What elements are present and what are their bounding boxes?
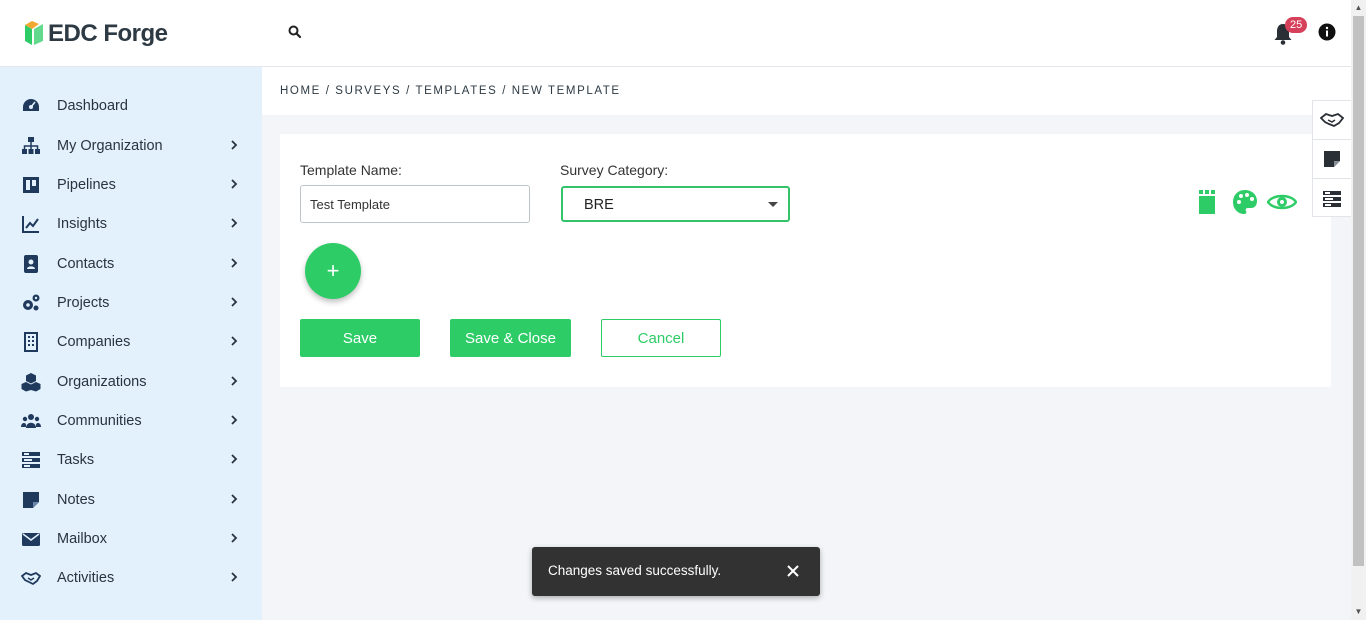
cubes-icon: [21, 373, 41, 392]
chevron-right-icon: [231, 494, 238, 504]
chevron-right-icon: [231, 297, 238, 307]
sidebar-item-activities[interactable]: Activities: [0, 559, 262, 597]
info-icon[interactable]: [1318, 23, 1336, 41]
sidebar-item-communities[interactable]: Communities: [0, 402, 262, 440]
quick-activities-button[interactable]: [1313, 101, 1351, 140]
sidebar-item-label: Pipelines: [57, 177, 116, 193]
building-icon: [24, 332, 38, 352]
caret-down-icon: [768, 202, 778, 207]
note-icon: [23, 492, 39, 508]
note-icon: [1324, 151, 1340, 167]
sidebar-item-dashboard[interactable]: Dashboard: [0, 87, 262, 125]
top-bar: EDC Forge 25: [0, 0, 1351, 67]
breadcrumb-bar: HOME / SURVEYS / TEMPLATES / NEW TEMPLAT…: [262, 67, 1351, 115]
tasks-icon: [1323, 190, 1341, 207]
toast-message: Changes saved successfully.: [548, 563, 722, 578]
sidebar-item-organizations[interactable]: Organizations: [0, 363, 262, 401]
sidebar-item-companies[interactable]: Companies: [0, 323, 262, 361]
sidebar-item-label: Companies: [57, 334, 131, 350]
sidebar-item-notes[interactable]: Notes: [0, 481, 262, 519]
sidebar-item-pipelines[interactable]: Pipelines: [0, 166, 262, 204]
save-button[interactable]: Save: [300, 319, 420, 357]
org-chart-icon: [22, 137, 40, 154]
users-icon: [21, 414, 41, 428]
logo-text: EDC Forge: [48, 20, 168, 47]
sidebar-item-label: Contacts: [57, 256, 115, 272]
logo-mark-icon: [25, 21, 43, 45]
scroll-up-arrow-icon[interactable]: ▲: [1354, 3, 1363, 12]
template-name-label: Template Name:: [300, 162, 402, 178]
handshake-icon: [21, 571, 41, 586]
sidebar-item-my-organization[interactable]: My Organization: [0, 127, 262, 165]
sidebar-item-label: Notes: [57, 492, 95, 508]
save-and-close-button[interactable]: Save & Close: [450, 319, 571, 357]
sidebar-item-mailbox[interactable]: Mailbox: [0, 520, 262, 558]
chevron-right-icon: [231, 454, 238, 464]
breadcrumb-separator: /: [502, 85, 507, 97]
survey-category-select[interactable]: BRE: [561, 186, 790, 222]
quick-tasks-button[interactable]: [1313, 179, 1351, 218]
sidebar-item-label: Projects: [57, 295, 110, 311]
sidebar-item-label: My Organization: [57, 138, 163, 154]
breadcrumb-home[interactable]: HOME: [280, 85, 321, 97]
sidebar: Dashboard My Organization Pipelines Insi…: [0, 67, 262, 620]
quick-actions-panel: [1312, 100, 1351, 217]
template-form-card: Template Name: Survey Category: BRE + Sa…: [280, 134, 1331, 387]
palette-icon[interactable]: [1231, 188, 1259, 216]
app-logo[interactable]: EDC Forge: [24, 20, 168, 48]
breadcrumb-surveys[interactable]: SURVEYS: [335, 85, 401, 97]
sidebar-item-label: Organizations: [57, 374, 147, 390]
breadcrumb-separator: /: [325, 85, 331, 97]
toast-notification: Changes saved successfully.: [532, 547, 820, 596]
chevron-right-icon: [231, 218, 238, 228]
template-name-input[interactable]: [300, 185, 530, 223]
cogs-icon: [23, 294, 40, 311]
chevron-right-icon: [231, 533, 238, 543]
search-icon[interactable]: [287, 24, 303, 40]
chevron-right-icon: [231, 140, 238, 150]
breadcrumb: HOME / SURVEYS / TEMPLATES / NEW TEMPLAT…: [280, 85, 621, 97]
dashboard-icon: [23, 99, 39, 111]
tasks-icon: [22, 452, 40, 468]
breadcrumb-current: NEW TEMPLATE: [511, 85, 621, 97]
scroll-down-arrow-icon[interactable]: ▼: [1354, 607, 1363, 616]
envelope-icon: [22, 533, 40, 546]
sidebar-item-tasks[interactable]: Tasks: [0, 441, 262, 479]
quick-notes-button[interactable]: [1313, 140, 1351, 179]
sidebar-item-projects[interactable]: Projects: [0, 284, 262, 322]
chevron-right-icon: [231, 179, 238, 189]
sidebar-item-label: Communities: [57, 413, 142, 429]
page-scrollbar[interactable]: ▲ ▼: [1351, 0, 1366, 620]
add-question-button[interactable]: +: [305, 243, 361, 299]
pipeline-icon: [23, 177, 39, 193]
sidebar-item-label: Activities: [57, 570, 115, 586]
chevron-right-icon: [231, 415, 238, 425]
chevron-right-icon: [231, 572, 238, 582]
breadcrumb-separator: /: [406, 85, 411, 97]
sidebar-item-label: Mailbox: [57, 531, 107, 547]
sidebar-item-contacts[interactable]: Contacts: [0, 245, 262, 283]
chart-line-icon: [22, 216, 39, 233]
sidebar-item-label: Dashboard: [57, 98, 128, 114]
sidebar-item-insights[interactable]: Insights: [0, 205, 262, 243]
cancel-button[interactable]: Cancel: [601, 319, 721, 357]
blocks-icon[interactable]: [1194, 188, 1222, 216]
scrollbar-thumb[interactable]: [1353, 16, 1364, 566]
survey-category-label: Survey Category:: [560, 162, 669, 178]
sidebar-item-label: Tasks: [57, 452, 95, 468]
chevron-right-icon: [231, 258, 238, 268]
survey-category-value: BRE: [584, 197, 614, 213]
chevron-right-icon: [231, 336, 238, 346]
chevron-right-icon: [231, 376, 238, 386]
sidebar-item-label: Insights: [57, 216, 107, 232]
eye-icon[interactable]: [1267, 188, 1297, 216]
handshake-icon: [1320, 112, 1344, 128]
contact-card-icon: [24, 255, 38, 273]
close-icon[interactable]: [785, 563, 801, 579]
breadcrumb-templates[interactable]: TEMPLATES: [415, 85, 497, 97]
notification-badge: 25: [1285, 17, 1308, 33]
